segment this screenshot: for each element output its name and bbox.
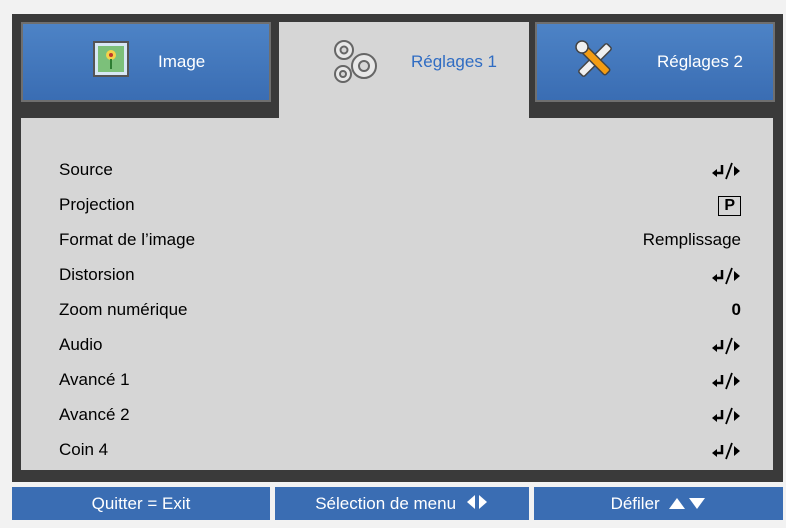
projection-front-icon: P <box>718 195 741 216</box>
menu-row-distorsion[interactable]: Distorsion <box>21 261 773 291</box>
projection-value: P <box>718 196 741 216</box>
enter-arrow-icon <box>711 442 741 465</box>
menu-item-label: Projection <box>59 195 135 214</box>
menu-row-format-image[interactable]: Format de l’image Remplissage <box>21 226 773 256</box>
menu-row-audio[interactable]: Audio <box>21 331 773 361</box>
footer-exit: Quitter = Exit <box>12 487 270 520</box>
zoom-value: 0 <box>731 300 741 319</box>
settings-panel: Source Projection P Format de l’image Re… <box>21 118 773 470</box>
picture-icon <box>93 41 129 82</box>
menu-item-label: Format de l’image <box>59 230 196 249</box>
menu-item-label: Audio <box>59 335 103 354</box>
tab-reglages-2[interactable]: Réglages 2 <box>535 22 775 102</box>
footer-scroll-label: Défiler <box>610 494 660 513</box>
gears-icon <box>329 36 381 93</box>
menu-row-projection[interactable]: Projection P <box>21 191 773 221</box>
menu-item-label: Coin 4 <box>59 440 109 459</box>
footer-exit-label: Quitter = Exit <box>91 494 191 513</box>
tab-image[interactable]: Image <box>21 22 271 102</box>
enter-arrow-icon <box>711 407 741 430</box>
footer-scroll: Défiler <box>534 487 783 520</box>
enter-arrow-icon <box>711 337 741 360</box>
footer-select: Sélection de menu <box>275 487 529 520</box>
enter-arrow-icon <box>711 372 741 395</box>
enter-arrow-icon <box>711 162 741 185</box>
menu-row-zoom-numerique[interactable]: Zoom numérique 0 <box>21 296 773 326</box>
menu-item-label: Avancé 2 <box>59 405 130 424</box>
menu-item-label: Zoom numérique <box>59 300 188 319</box>
menu-item-label: Distorsion <box>59 265 135 284</box>
menu-row-avance-1[interactable]: Avancé 1 <box>21 366 773 396</box>
footer-select-label: Sélection de menu <box>315 494 457 513</box>
tools-icon <box>573 38 617 87</box>
tab-reglages-2-label: Réglages 2 <box>657 52 744 71</box>
format-image-value: Remplissage <box>642 230 741 249</box>
left-right-arrows-icon <box>465 488 489 521</box>
menu-item-label: Avancé 1 <box>59 370 130 389</box>
menu-row-coin-4[interactable]: Coin 4 <box>21 436 773 466</box>
menu-row-avance-2[interactable]: Avancé 2 <box>21 401 773 431</box>
menu-item-label: Source <box>59 160 113 179</box>
up-down-arrows-icon <box>668 488 706 521</box>
tab-reglages-1[interactable]: Réglages 1 <box>279 22 529 120</box>
tab-image-label: Image <box>158 52 206 71</box>
tab-reglages-1-label: Réglages 1 <box>411 52 498 71</box>
enter-arrow-icon <box>711 267 741 290</box>
menu-row-source[interactable]: Source <box>21 156 773 186</box>
